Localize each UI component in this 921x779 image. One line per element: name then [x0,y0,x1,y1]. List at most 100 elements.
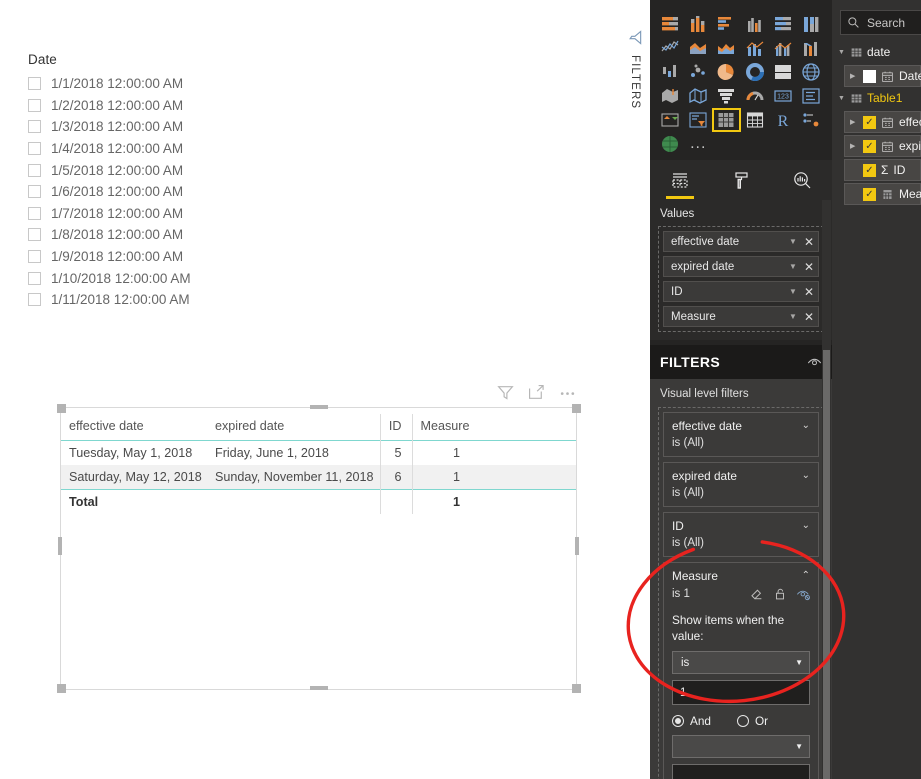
scatter-chart-icon[interactable] [684,60,712,84]
more-options-icon[interactable] [559,384,576,401]
slicer-checkbox[interactable] [28,250,41,264]
visual-table[interactable]: effective date expired date ID Measure Tues… [61,414,576,514]
treemap-icon[interactable] [769,60,797,84]
gauge-chart-icon[interactable] [741,84,769,108]
remove-field-icon[interactable]: ✕ [804,261,814,273]
table-body[interactable]: Tuesday, May 1, 2018 Friday, June 1, 2018… [61,440,576,514]
slicer-item[interactable]: 1/10/2018 12:00:00 AM [28,267,288,289]
chevron-down-icon[interactable]: ▼ [795,742,803,751]
table-visual[interactable]: effective date expired date ID Measure Tues… [60,407,577,690]
slicer-checkbox[interactable] [28,98,41,112]
expand-triangle-icon[interactable]: ▼ [838,49,846,56]
filter-operator2-select[interactable]: ▼ [672,735,810,758]
values-drop-zone[interactable]: effective date ▼ ✕ expired date ▼ ✕ ID ▼ ✕ Measur… [658,226,824,332]
stacked-area-chart-icon[interactable] [712,36,740,60]
stacked-bar-chart-icon[interactable] [656,12,684,36]
scrollbar-thumb[interactable] [823,350,830,779]
expand-triangle-icon[interactable]: ▶ [850,143,858,150]
analytics-tab[interactable] [782,161,822,199]
shape-map-icon[interactable] [684,84,712,108]
filter-operator-select[interactable]: is ▼ [672,651,810,674]
resize-handle-bottom-left[interactable] [57,684,66,693]
resize-handle-top-left[interactable] [57,404,66,413]
visual-header-toolbar[interactable] [497,384,576,401]
slicer-checkbox[interactable] [28,228,41,242]
field-checkbox[interactable]: ✓ [863,187,876,201]
hide-filter-eye-icon[interactable] [807,355,822,370]
key-influencers-icon[interactable] [797,108,825,132]
radio-circle-and[interactable] [672,715,684,727]
slicer-item[interactable]: 1/11/2018 12:00:00 AM [28,289,288,311]
table-column-header[interactable]: expired date [207,414,380,441]
100-stacked-bar-chart-icon[interactable] [769,12,797,36]
multi-row-card-icon[interactable] [797,84,825,108]
map-icon[interactable] [797,60,825,84]
slicer-checkbox[interactable] [28,142,41,156]
ribbon-chart-icon[interactable] [797,36,825,60]
slicer-checkbox[interactable] [28,271,41,285]
clustered-bar-chart-icon[interactable] [712,12,740,36]
filters-rail[interactable]: FILTERS [620,0,651,779]
expand-triangle-icon[interactable]: ▼ [838,95,846,102]
field-checkbox[interactable]: ✓ [863,115,876,129]
resize-handle-right-middle[interactable] [575,537,579,555]
table-cell[interactable]: Saturday, May 12, 2018 [61,465,207,490]
filter-funnel-icon[interactable] [497,384,514,401]
line-clustered-column-chart-icon[interactable] [769,36,797,60]
filters-pane[interactable]: FILTERS Visual level filters effective d… [650,345,832,779]
resize-handle-top-right[interactable] [572,404,581,413]
table-cell[interactable]: 1 [411,440,470,465]
fields-field-row[interactable]: ▶ Date [844,65,921,87]
pie-chart-icon[interactable] [712,60,740,84]
clustered-column-chart-icon[interactable] [741,12,769,36]
fields-panel[interactable]: Search ▼ date ▶ Date ▼ Table1 ▶ ✓ effective date… [832,0,921,779]
table-cell[interactable]: Tuesday, May 1, 2018 [61,441,207,466]
chevron-down-icon[interactable]: ⌄ [802,519,810,532]
clear-filter-eraser-icon[interactable] [750,587,764,601]
chevron-down-icon[interactable]: ▼ [789,287,797,296]
table-cell[interactable]: Friday, June 1, 2018 [207,441,380,466]
more-visuals-icon[interactable]: ... [684,132,712,156]
filled-map-icon[interactable] [656,84,684,108]
stacked-column-chart-icon[interactable] [684,12,712,36]
table-cell[interactable]: 1 [411,465,470,490]
table-column-header[interactable]: ID [379,414,412,441]
filter-cards-container[interactable]: effective date ⌄ is (All) expired date ⌄ is (… [658,407,824,779]
fields-field-row[interactable]: ▶ ✓ expired date [844,135,921,157]
funnel-chart-icon[interactable] [712,84,740,108]
100-stacked-column-chart-icon[interactable] [797,12,825,36]
values-field-well[interactable]: Values effective date ▼ ✕ expired date ▼ ✕ ID ▼… [650,200,832,340]
chevron-down-icon[interactable]: ▼ [789,312,797,321]
filter-or-radio[interactable]: Or [737,714,768,728]
slicer-item[interactable]: 1/8/2018 12:00:00 AM [28,224,288,246]
table-column-header[interactable]: effective date [61,414,207,441]
card-icon[interactable]: 123 [769,84,797,108]
fields-search-input[interactable]: Search [840,10,921,35]
slicer-item[interactable]: 1/9/2018 12:00:00 AM [28,246,288,268]
slicer-item[interactable]: 1/2/2018 12:00:00 AM [28,95,288,117]
report-canvas[interactable]: Date 1/1/2018 12:00:00 AM 1/2/2018 12:00:… [0,0,620,779]
fields-field-row[interactable]: ▶ ✓ effective date [844,111,921,133]
resize-handle-bottom-right[interactable] [572,684,581,693]
slicer-checkbox[interactable] [28,206,41,220]
remove-field-icon[interactable]: ✕ [804,311,814,323]
waterfall-chart-icon[interactable] [656,60,684,84]
expand-triangle-icon[interactable]: ▶ [850,73,858,80]
values-well-item[interactable]: ID ▼ ✕ [663,281,819,302]
fields-tree[interactable]: ▼ date ▶ Date ▼ Table1 ▶ ✓ effective date ▶ ✓ expir… [832,41,921,205]
slicer-item[interactable]: 1/4/2018 12:00:00 AM [28,138,288,160]
values-well-item[interactable]: expired date ▼ ✕ [663,256,819,277]
line-chart-icon[interactable] [656,36,684,60]
fields-field-row[interactable]: ✓ Measure [844,183,921,205]
table-row[interactable]: Saturday, May 12, 2018 Sunday, November 1… [61,465,576,490]
chevron-down-icon[interactable]: ▼ [789,262,797,271]
filter-card[interactable]: expired date ⌄ is (All) [663,462,819,507]
filter-card[interactable]: effective date ⌄ is (All) [663,412,819,457]
chevron-down-icon[interactable]: ⌄ [802,419,810,432]
slicer-icon[interactable] [684,108,712,132]
area-chart-icon[interactable] [684,36,712,60]
hide-filter-icon[interactable] [796,587,810,601]
donut-chart-icon[interactable] [741,60,769,84]
slicer-item[interactable]: 1/7/2018 12:00:00 AM [28,203,288,225]
slicer-checkbox[interactable] [28,77,41,91]
